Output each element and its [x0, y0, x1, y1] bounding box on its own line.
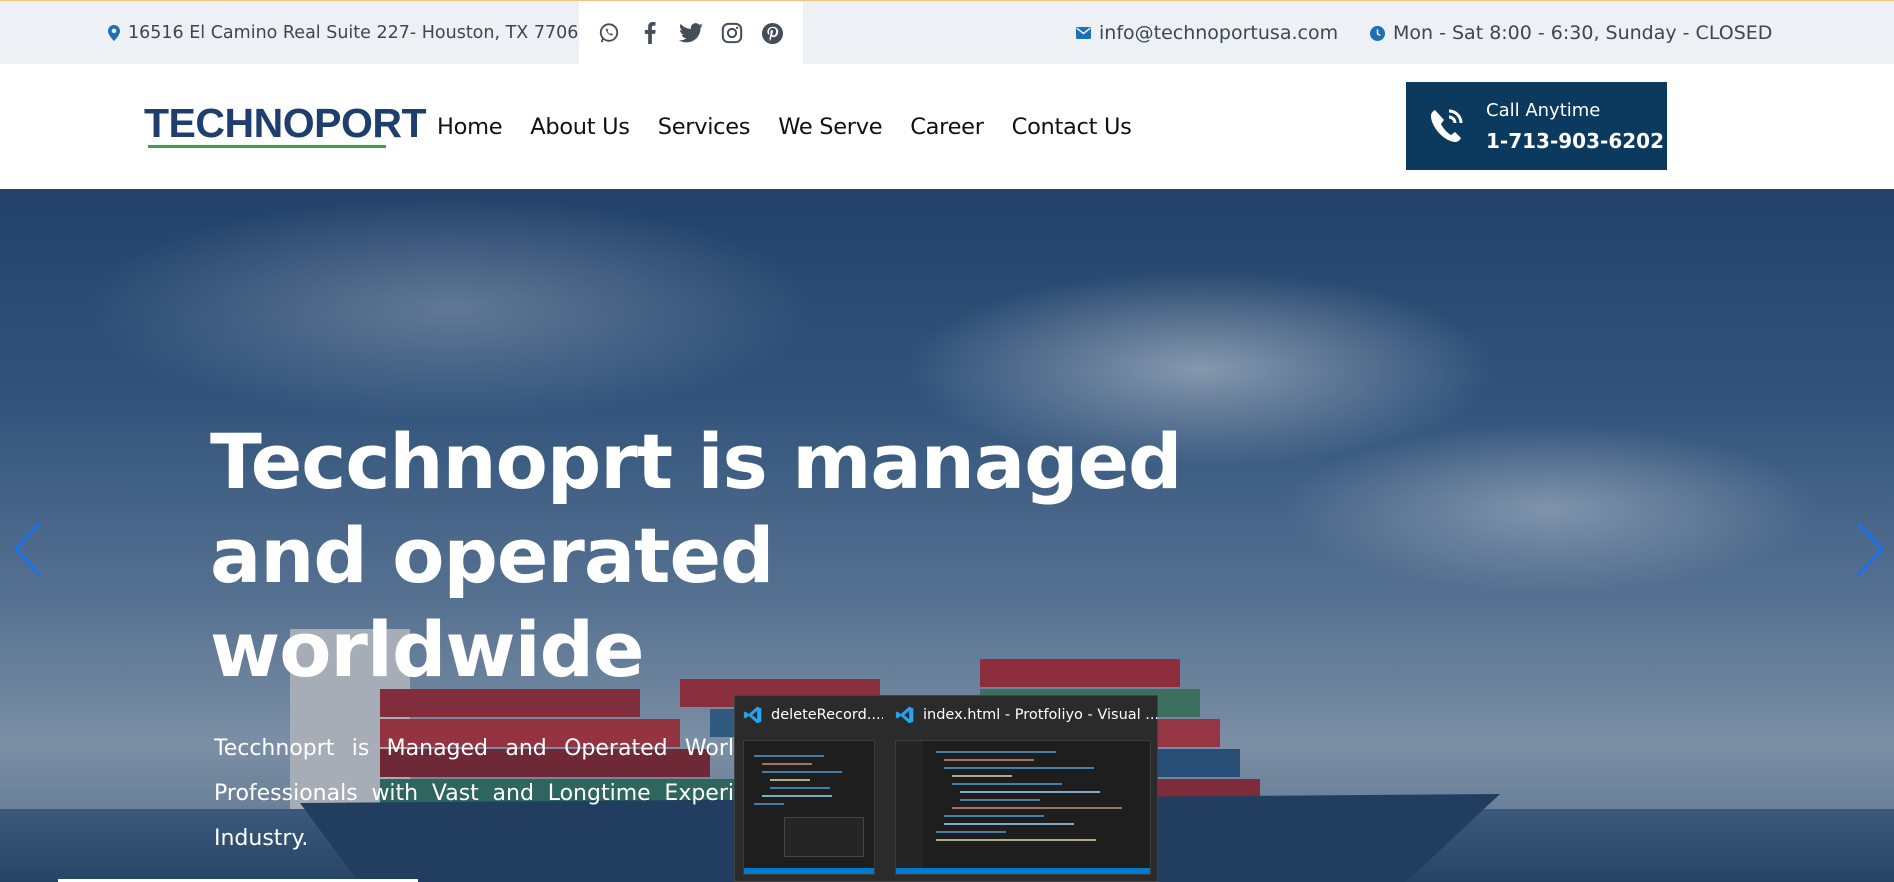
logo-underline — [148, 145, 386, 148]
nav-services[interactable]: Services — [658, 114, 751, 140]
window-2-screen — [895, 740, 1151, 875]
vscode-icon — [743, 706, 762, 724]
nav-we-serve[interactable]: We Serve — [778, 114, 882, 140]
hero-title-line-1: Tecchnoprt is managed — [210, 417, 1182, 506]
email-info[interactable]: info@technoportusa.com — [1076, 1, 1338, 65]
main-nav: Home About Us Services We Serve Career C… — [437, 64, 1132, 189]
envelope-icon — [1076, 27, 1091, 39]
clock-icon — [1370, 25, 1385, 41]
address-text: 16516 El Camino Real Suite 227- Houston,… — [128, 23, 590, 43]
window-1-screen — [743, 740, 875, 875]
social-links — [579, 1, 803, 65]
window-thumbnail-1[interactable]: deleteRecord.... — [735, 696, 883, 882]
map-pin-icon — [108, 25, 120, 41]
top-info-bar: 16516 El Camino Real Suite 227- Houston,… — [0, 0, 1894, 65]
window-thumbnail-2[interactable]: index.html - Protfoliyo - Visual ... — [887, 696, 1159, 882]
whatsapp-icon[interactable] — [594, 18, 624, 48]
window-2-title: index.html - Protfoliyo - Visual ... — [923, 707, 1159, 723]
technoport-logo[interactable]: TECHNOPORT — [144, 100, 427, 150]
hero-title: Tecchnoprt is managed and operated world… — [210, 415, 1210, 697]
nav-contact-us[interactable]: Contact Us — [1012, 114, 1132, 140]
taskbar-window-preview: deleteRecord.... index.html - Protfoliyo… — [734, 695, 1159, 882]
nav-about-us[interactable]: About Us — [530, 114, 630, 140]
slider-prev-arrow[interactable] — [10, 519, 50, 579]
email-text[interactable]: info@technoportusa.com — [1099, 22, 1338, 44]
hero-title-line-2: and operated — [210, 511, 774, 600]
site-header: TECHNOPORT Home About Us Services We Ser… — [0, 64, 1894, 189]
address-info: 16516 El Camino Real Suite 227- Houston,… — [108, 1, 590, 65]
nav-career[interactable]: Career — [910, 114, 984, 140]
vscode-icon — [895, 706, 914, 724]
call-number[interactable]: 1-713-903-6202 — [1486, 129, 1664, 153]
pinterest-icon[interactable] — [758, 18, 788, 48]
phone-call-icon — [1406, 105, 1486, 147]
twitter-icon[interactable] — [676, 18, 706, 48]
call-label: Call Anytime — [1486, 99, 1601, 121]
hero-subtitle: Tecchnoprt is Managed and Operated Worl … — [214, 736, 734, 851]
instagram-icon[interactable] — [717, 18, 747, 48]
logo-text: TECHNOPORT — [144, 100, 427, 146]
facebook-icon[interactable] — [635, 18, 665, 48]
hours-text: Mon - Sat 8:00 - 6:30, Sunday - CLOSED — [1393, 22, 1773, 44]
nav-home[interactable]: Home — [437, 114, 503, 140]
window-1-title: deleteRecord.... — [771, 707, 883, 723]
hero-title-line-3: worldwide — [210, 605, 645, 694]
call-anytime-box[interactable]: Call Anytime 1-713-903-6202 — [1406, 82, 1667, 170]
hours-info: Mon - Sat 8:00 - 6:30, Sunday - CLOSED — [1370, 1, 1772, 65]
slider-next-arrow[interactable] — [1848, 519, 1888, 579]
